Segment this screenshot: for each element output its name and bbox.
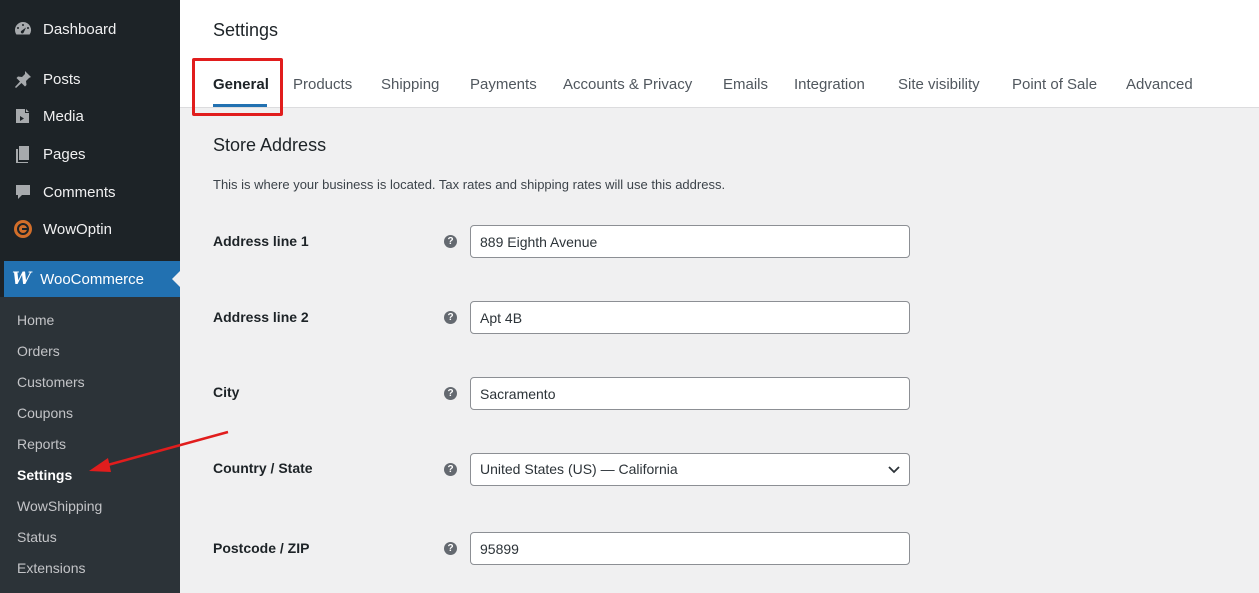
section-description: This is where your business is located. …	[213, 177, 726, 192]
wowoptin-icon	[12, 218, 34, 240]
tab-accounts-privacy[interactable]: Accounts & Privacy	[563, 76, 692, 93]
city-label: City	[213, 384, 240, 400]
submenu-item-home[interactable]: Home	[17, 312, 54, 328]
address-line-1-label: Address line 1	[213, 233, 309, 249]
submenu-item-customers[interactable]: Customers	[17, 374, 85, 390]
menu-item-label: Dashboard	[43, 20, 117, 38]
menu-item-posts[interactable]: Posts	[0, 61, 180, 97]
pages-icon	[12, 143, 34, 165]
submenu-item-settings[interactable]: Settings	[17, 467, 72, 483]
tab-payments[interactable]: Payments	[470, 76, 537, 93]
address-line-1-input[interactable]	[470, 225, 910, 258]
tab-emails[interactable]: Emails	[723, 76, 768, 93]
current-menu-notch	[172, 271, 180, 287]
menu-item-label: WowOptin	[43, 220, 112, 238]
settings-form: Store Address This is where your busines…	[180, 108, 1259, 593]
tab-site-visibility[interactable]: Site visibility	[898, 76, 980, 93]
submenu-item-coupons[interactable]: Coupons	[17, 405, 73, 421]
dashboard-icon	[12, 18, 34, 40]
country-state-label: Country / State	[213, 460, 313, 476]
menu-item-woocommerce[interactable]: W WooCommerce	[4, 261, 180, 297]
submenu-item-reports[interactable]: Reports	[17, 436, 66, 452]
city-input[interactable]	[470, 377, 910, 410]
tab-advanced[interactable]: Advanced	[1126, 76, 1193, 93]
menu-item-label: Comments	[43, 183, 116, 201]
chevron-down-icon	[888, 466, 900, 474]
woocommerce-submenu: Home Orders Customers Coupons Reports Se…	[0, 297, 180, 593]
tab-point-of-sale[interactable]: Point of Sale	[1012, 76, 1097, 93]
page-title: Settings	[213, 20, 279, 40]
settings-header: Settings General Products Shipping Payme…	[180, 0, 1259, 116]
comment-icon	[12, 181, 34, 203]
tab-integration[interactable]: Integration	[794, 76, 865, 93]
help-icon[interactable]: ?	[444, 387, 457, 400]
menu-item-label: Media	[43, 107, 84, 125]
pin-icon	[12, 68, 34, 90]
address-line-2-input[interactable]	[470, 301, 910, 334]
country-state-select[interactable]: United States (US) — California	[470, 453, 910, 486]
menu-item-dashboard[interactable]: Dashboard	[0, 11, 180, 47]
submenu-item-orders[interactable]: Orders	[17, 343, 60, 359]
menu-item-media[interactable]: Media	[0, 98, 180, 134]
media-icon	[12, 105, 34, 127]
help-icon[interactable]: ?	[444, 542, 457, 555]
submenu-item-status[interactable]: Status	[17, 529, 57, 545]
menu-item-label: Posts	[43, 70, 81, 88]
country-state-value: United States (US) — California	[480, 461, 678, 477]
tab-products[interactable]: Products	[293, 76, 352, 93]
help-icon[interactable]: ?	[444, 235, 457, 248]
menu-item-label: WooCommerce	[40, 270, 145, 288]
help-icon[interactable]: ?	[444, 463, 457, 476]
address-line-2-label: Address line 2	[213, 309, 309, 325]
postcode-label: Postcode / ZIP	[213, 540, 310, 556]
submenu-item-wowshipping[interactable]: WowShipping	[17, 498, 102, 514]
menu-item-comments[interactable]: Comments	[0, 174, 180, 210]
menu-item-label: Pages	[43, 145, 86, 163]
section-title: Store Address	[213, 135, 327, 155]
submenu-item-extensions[interactable]: Extensions	[17, 560, 85, 576]
tab-shipping[interactable]: Shipping	[381, 76, 439, 93]
admin-sidebar: Dashboard Posts Media Pages Comments Wow…	[0, 0, 180, 593]
help-icon[interactable]: ?	[444, 311, 457, 324]
woocommerce-icon: W	[12, 269, 31, 289]
postcode-input[interactable]	[470, 532, 910, 565]
menu-item-pages[interactable]: Pages	[0, 136, 180, 172]
menu-item-wowoptin[interactable]: WowOptin	[0, 211, 180, 247]
